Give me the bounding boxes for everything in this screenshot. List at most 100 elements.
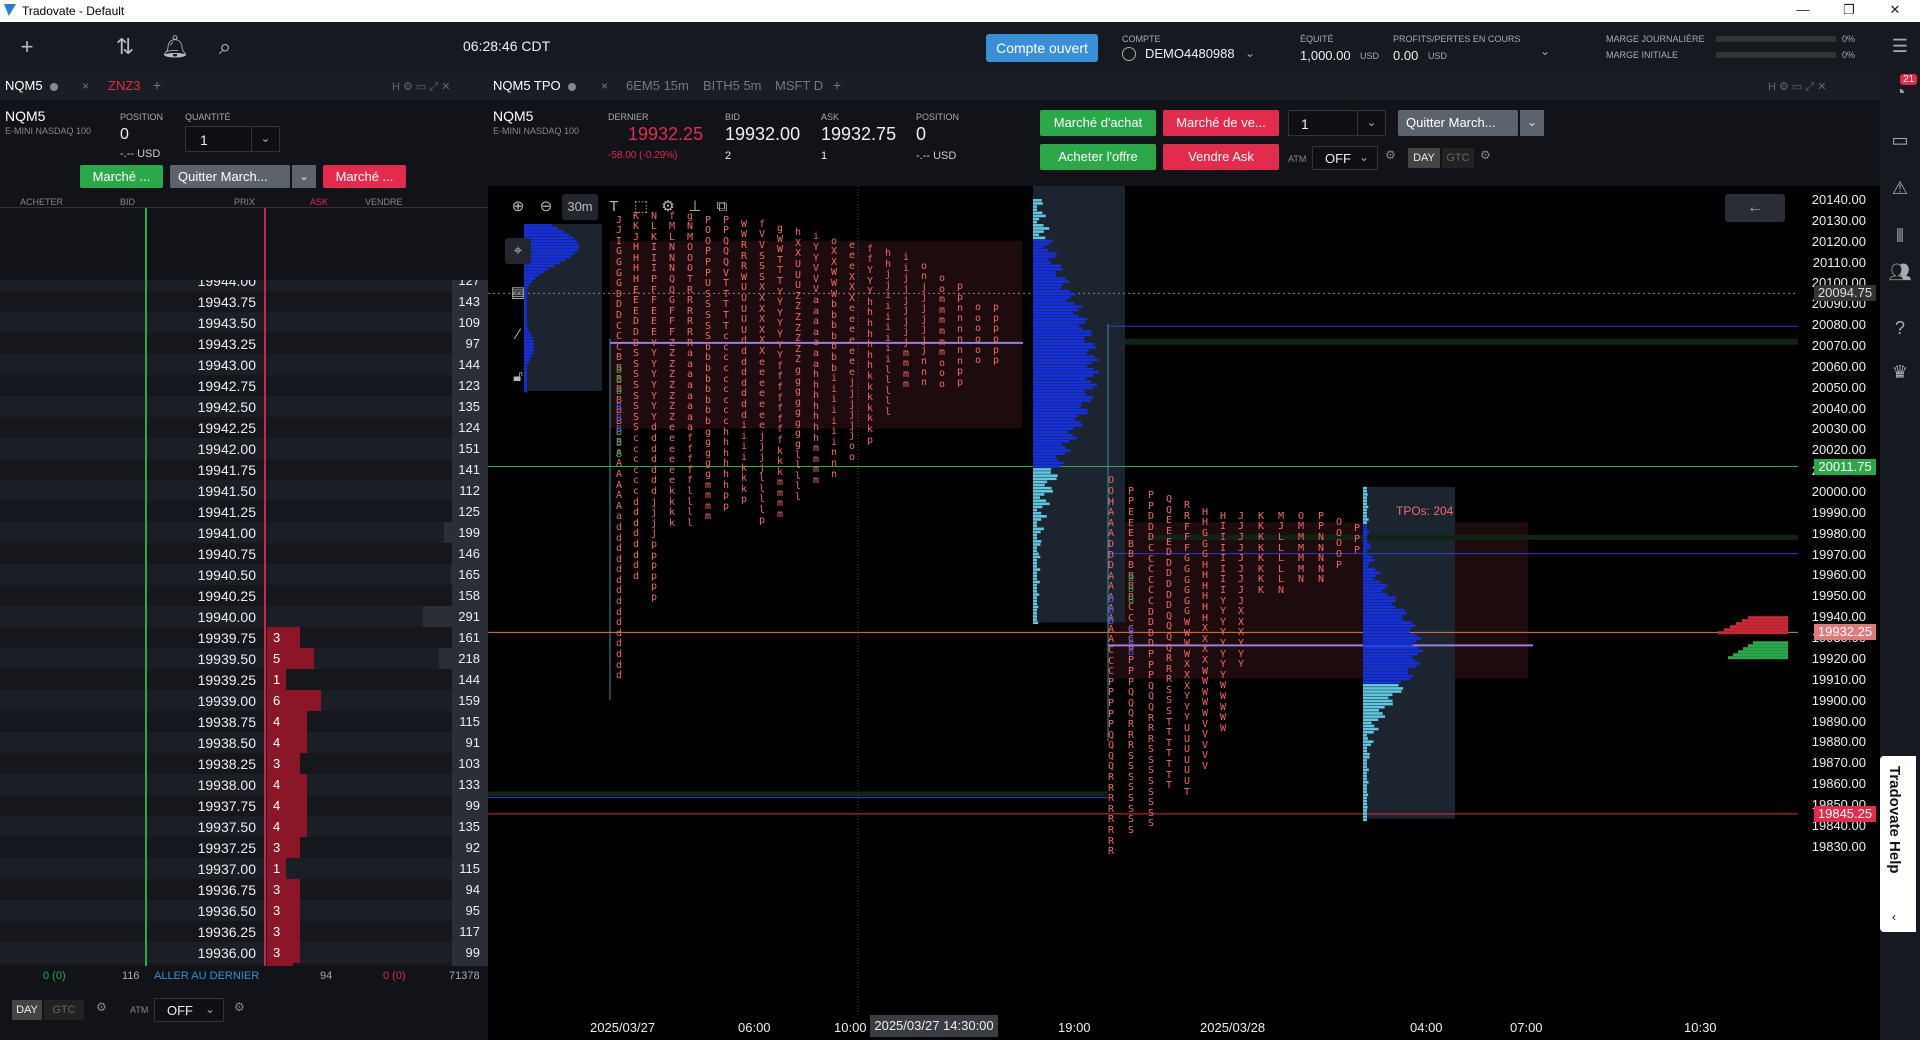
price-axis[interactable]: 20140.00 20130.00 20120.00 20110.00 20100.00… bbox=[1798, 186, 1880, 1040]
ladder-row[interactable]: 19940.50 165 bbox=[0, 564, 488, 585]
ladder-ask-size[interactable]: 3 bbox=[267, 921, 300, 942]
ladder-ask-size[interactable]: 3 bbox=[267, 900, 300, 921]
ladder-ask-size[interactable]: 3 bbox=[267, 627, 300, 648]
maximize-icon[interactable]: ❐ bbox=[1834, 2, 1864, 20]
ladder-ask-size[interactable]: 3 bbox=[267, 837, 300, 858]
settings-sliders-icon[interactable]: ☰ bbox=[1888, 36, 1912, 60]
ladder-row[interactable]: 19936.75 3 94 bbox=[0, 879, 488, 900]
dom-ladder[interactable]: 19944.00 127 19943.75 143 19943.50 109 19943.2… bbox=[0, 280, 488, 1038]
ladder-row[interactable]: 19939.25 1 144 bbox=[0, 669, 488, 690]
account-selector[interactable]: DEMO4480988 bbox=[1145, 46, 1235, 61]
ladder-row[interactable]: 19942.00 151 bbox=[0, 438, 488, 459]
ladder-row[interactable]: 19942.75 123 bbox=[0, 375, 488, 396]
chart-atm-gear-icon[interactable]: ⚙ bbox=[1385, 148, 1396, 162]
tab-close-icon[interactable]: × bbox=[601, 79, 608, 93]
ladder-row[interactable]: 19940.75 146 bbox=[0, 543, 488, 564]
ladder-row[interactable]: 19943.75 143 bbox=[0, 291, 488, 312]
ladder-row[interactable]: 19940.25 158 bbox=[0, 585, 488, 606]
order-tool-icon[interactable]: ▤ bbox=[505, 280, 531, 306]
ladder-row[interactable]: 19941.25 125 bbox=[0, 501, 488, 522]
chevron-down-icon[interactable]: ⌄ bbox=[292, 165, 316, 188]
line-tool-icon[interactable]: ∕ bbox=[505, 322, 531, 348]
sell-ask-button[interactable]: Vendre Ask bbox=[1163, 144, 1279, 170]
scroll-to-latest-button[interactable]: ← bbox=[1725, 194, 1785, 222]
ladder-row[interactable]: 19937.50 4 135 bbox=[0, 816, 488, 837]
indicators-icon[interactable]: ⊥ bbox=[682, 194, 708, 220]
tpo-chart[interactable]: J J I G G G G D D D C C C B B B B B B B … bbox=[488, 186, 1880, 1040]
tab-znz3[interactable]: ZNZ3 bbox=[108, 78, 141, 93]
ladder-row[interactable]: 19944.00 127 bbox=[0, 280, 488, 291]
help-widget-button[interactable]: Tradovate Help ‹ bbox=[1880, 756, 1916, 932]
tab-msft[interactable]: MSFT D bbox=[775, 78, 823, 93]
atm-gear-icon[interactable]: ⚙ bbox=[234, 1000, 245, 1014]
ladder-row[interactable]: 19937.00 1 115 bbox=[0, 858, 488, 879]
tab-nqm5[interactable]: NQM5 bbox=[5, 78, 43, 93]
crosshair-tool-icon[interactable]: ⌖ bbox=[505, 238, 531, 264]
notifications-icon[interactable]: ◔ bbox=[1888, 82, 1912, 106]
ladder-ask-size[interactable]: 4 bbox=[267, 774, 307, 795]
trophy-icon[interactable]: ♛ bbox=[1888, 362, 1912, 386]
ladder-row[interactable]: 19937.75 4 99 bbox=[0, 795, 488, 816]
bell-icon[interactable]: 🔔︎ bbox=[160, 32, 190, 62]
ladder-row[interactable]: 19942.50 135 bbox=[0, 396, 488, 417]
chart-exit-market-button[interactable]: Quitter March... bbox=[1398, 110, 1518, 136]
minimize-icon[interactable]: — bbox=[1788, 2, 1818, 20]
dom-exit-market-button[interactable]: Quitter March... bbox=[170, 165, 290, 188]
panel-control-icons[interactable]: H ⚙ ▭ ⤢ ✕ bbox=[1768, 80, 1826, 94]
ladder-row[interactable]: 19939.50 5 218 bbox=[0, 648, 488, 669]
ladder-row[interactable]: 19938.75 4 115 bbox=[0, 711, 488, 732]
ladder-row[interactable]: 19941.50 112 bbox=[0, 480, 488, 501]
close-icon[interactable]: ✕ bbox=[1880, 2, 1910, 20]
market-buy-button[interactable]: Marché d'achat bbox=[1040, 110, 1156, 136]
add-tab-icon[interactable]: + bbox=[153, 77, 161, 93]
chart-tif-day[interactable]: DAY bbox=[1408, 148, 1440, 168]
buy-bid-button[interactable]: Acheter l'offre bbox=[1040, 144, 1156, 170]
text-tool-icon[interactable]: T bbox=[601, 194, 627, 220]
ladder-ask-size[interactable]: 4 bbox=[267, 732, 307, 753]
chevron-down-icon[interactable]: ⌄ bbox=[1245, 46, 1255, 60]
chart-tif-gear-icon[interactable]: ⚙ bbox=[1480, 148, 1491, 162]
ladder-ask-size[interactable]: 6 bbox=[267, 690, 321, 711]
ladder-row[interactable]: 19942.25 124 bbox=[0, 417, 488, 438]
chart-settings-icon[interactable]: ⚙ bbox=[655, 194, 681, 220]
ladder-row[interactable]: 19936.25 3 117 bbox=[0, 921, 488, 942]
ladder-row[interactable]: 19938.25 3 103 bbox=[0, 753, 488, 774]
zoom-out-icon[interactable]: ⊖ bbox=[533, 194, 559, 220]
market-sell-button[interactable]: Marché de ve... bbox=[1163, 110, 1279, 136]
tif-gtc-toggle[interactable]: GTC bbox=[44, 1000, 84, 1020]
ladder-ask-size[interactable]: 5 bbox=[267, 648, 314, 669]
tab-bith5[interactable]: BITH5 5m bbox=[703, 78, 762, 93]
ladder-row[interactable]: 19941.75 141 bbox=[0, 459, 488, 480]
dom-qty-input[interactable]: 1 ⌄ bbox=[185, 126, 280, 152]
ladder-ask-size[interactable]: 4 bbox=[267, 711, 307, 732]
panel-control-icons[interactable]: H ⚙ ▭ ⤢ ✕ bbox=[392, 80, 450, 94]
chat-icon[interactable]: ▭ bbox=[1888, 130, 1912, 154]
chevron-down-icon[interactable]: ⌄ bbox=[1357, 111, 1385, 135]
layers-icon[interactable]: ⧉ bbox=[709, 194, 735, 220]
bars-icon[interactable]: ⦀ bbox=[1888, 226, 1912, 250]
tab-nqm5-tpo[interactable]: NQM5 TPO bbox=[493, 78, 561, 93]
chevron-down-icon[interactable]: ⌄ bbox=[251, 127, 279, 151]
tab-close-icon[interactable]: × bbox=[82, 79, 89, 93]
tab-6em5[interactable]: 6EM5 15m bbox=[626, 78, 689, 93]
ladder-ask-size[interactable]: 4 bbox=[267, 816, 307, 837]
ladder-ask-size[interactable]: 3 bbox=[267, 942, 300, 963]
ladder-row[interactable]: 19938.00 4 133 bbox=[0, 774, 488, 795]
chart-atm-select[interactable]: OFF ⌄ bbox=[1312, 146, 1378, 170]
lock-icon[interactable]: 🔓︎ bbox=[505, 364, 531, 390]
open-account-button[interactable]: Compte ouvert bbox=[986, 34, 1098, 62]
community-icon[interactable]: 👥︎ bbox=[1888, 262, 1912, 286]
tif-day-toggle[interactable]: DAY bbox=[12, 1000, 42, 1020]
ladder-row[interactable]: 19937.25 3 92 bbox=[0, 837, 488, 858]
help-icon[interactable]: ? bbox=[1888, 318, 1912, 342]
transfer-icon[interactable]: ⇅ bbox=[110, 32, 140, 62]
ladder-row[interactable]: 19943.25 97 bbox=[0, 333, 488, 354]
dom-market-buy-button[interactable]: Marché ... bbox=[80, 165, 163, 188]
zoom-in-icon[interactable]: ⊕ bbox=[505, 194, 531, 220]
warning-icon[interactable]: ⚠ bbox=[1888, 178, 1912, 202]
ladder-ask-size[interactable]: 4 bbox=[267, 795, 307, 816]
add-icon[interactable]: + bbox=[12, 32, 42, 62]
ladder-row[interactable]: 19938.50 4 91 bbox=[0, 732, 488, 753]
ladder-ask-size[interactable]: 3 bbox=[267, 753, 300, 774]
ladder-row[interactable]: 19940.00 291 bbox=[0, 606, 488, 627]
